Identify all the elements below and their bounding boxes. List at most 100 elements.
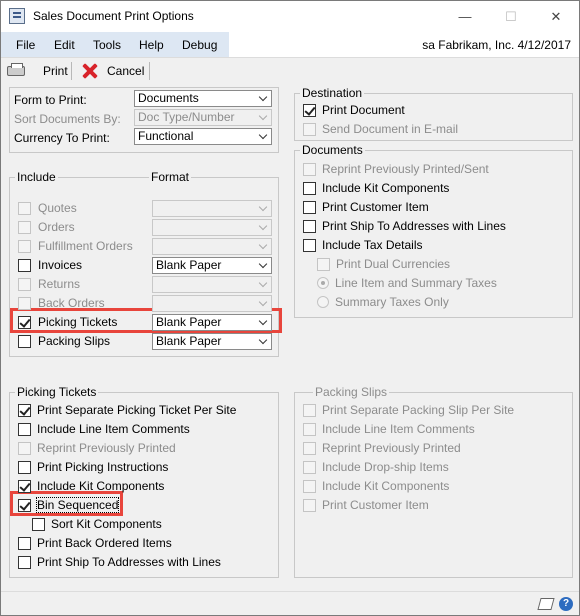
menu-debug[interactable]: Debug xyxy=(182,38,217,52)
include-label: Fulfillment Orders xyxy=(38,239,133,253)
form-to-print-value: Documents xyxy=(138,91,199,105)
checkbox[interactable] xyxy=(303,182,316,195)
checkbox-label: Send Document in E-mail xyxy=(322,122,459,136)
checkbox[interactable] xyxy=(32,518,45,531)
window-title: Sales Document Print Options xyxy=(33,9,194,23)
checkbox-label: Include Tax Details xyxy=(322,238,423,252)
checkbox[interactable] xyxy=(303,123,316,136)
tax-radio[interactable] xyxy=(317,296,329,308)
print-label: Print xyxy=(43,64,68,78)
format-select[interactable] xyxy=(152,276,272,293)
checkbox[interactable] xyxy=(303,201,316,214)
checkbox[interactable] xyxy=(303,423,316,436)
maximize-button[interactable]: ☐ xyxy=(488,1,534,32)
checkbox-label: Print Customer Item xyxy=(322,200,429,214)
cancel-label: Cancel xyxy=(107,64,145,78)
include-label: Orders xyxy=(38,220,75,234)
close-button[interactable]: ✕ xyxy=(533,1,579,32)
format-select[interactable]: Blank Paper xyxy=(152,314,272,331)
checkbox[interactable] xyxy=(18,442,31,455)
checkbox[interactable] xyxy=(303,104,316,117)
checkbox-label: Include Kit Components xyxy=(37,479,165,493)
checkbox-label: Print Ship To Addresses with Lines xyxy=(322,219,506,233)
chevron-down-icon xyxy=(258,259,268,269)
format-value: Blank Paper xyxy=(156,315,222,329)
toolbar-separator xyxy=(149,62,150,80)
chevron-down-icon xyxy=(258,297,268,307)
format-select[interactable] xyxy=(152,295,272,312)
sort-documents-select[interactable]: Doc Type/Number xyxy=(134,109,272,126)
include-label: Quotes xyxy=(38,201,77,215)
include-checkbox[interactable] xyxy=(18,240,31,253)
include-checkbox[interactable] xyxy=(18,221,31,234)
checkbox[interactable] xyxy=(18,404,31,417)
include-checkbox[interactable] xyxy=(18,202,31,215)
format-value: Blank Paper xyxy=(156,334,222,348)
form-to-print-select[interactable]: Documents xyxy=(134,90,272,107)
chevron-down-icon xyxy=(258,240,268,250)
include-label: Returns xyxy=(38,277,81,291)
format-select[interactable]: Blank Paper xyxy=(152,257,272,274)
print-button[interactable]: Print xyxy=(7,61,68,81)
format-select[interactable] xyxy=(152,200,272,217)
help-icon[interactable]: ? xyxy=(559,597,573,611)
menu-tools[interactable]: Tools xyxy=(93,38,121,52)
checkbox[interactable] xyxy=(18,423,31,436)
menu-bar: File Edit Tools Help Debug sa Fabrikam, … xyxy=(1,32,579,57)
checkbox[interactable] xyxy=(18,556,31,569)
checkbox-label: Include Line Item Comments xyxy=(322,422,475,436)
menu-edit[interactable]: Edit xyxy=(54,38,75,52)
checkbox[interactable] xyxy=(303,239,316,252)
format-select[interactable]: Blank Paper xyxy=(152,333,272,350)
currency-label: Currency To Print: xyxy=(14,131,110,145)
checkbox[interactable] xyxy=(317,258,330,271)
checkbox[interactable] xyxy=(18,480,31,493)
checkbox[interactable] xyxy=(303,404,316,417)
checkbox-label: Print Document xyxy=(322,103,405,117)
format-select[interactable] xyxy=(152,219,272,236)
checkbox-label: Bin Sequenced xyxy=(35,497,120,513)
include-checkbox[interactable] xyxy=(18,335,31,348)
checkbox-label: Print Ship To Addresses with Lines xyxy=(37,555,221,569)
tax-radio-label: Line Item and Summary Taxes xyxy=(335,276,497,290)
checkbox[interactable] xyxy=(303,442,316,455)
checkbox-label: Print Separate Packing Slip Per Site xyxy=(322,403,515,417)
checkbox[interactable] xyxy=(303,480,316,493)
toolbar-separator xyxy=(71,62,72,80)
checkbox[interactable] xyxy=(303,220,316,233)
chevron-down-icon xyxy=(258,130,268,140)
form-to-print-label: Form to Print: xyxy=(14,93,87,107)
destination-title: Destination xyxy=(300,86,365,100)
menu-help[interactable]: Help xyxy=(139,38,164,52)
printer-icon xyxy=(7,63,25,76)
checkbox[interactable] xyxy=(18,499,31,512)
tax-radio[interactable] xyxy=(317,277,329,289)
format-select[interactable] xyxy=(152,238,272,255)
checkbox-label: Include Line Item Comments xyxy=(37,422,190,436)
currency-value: Functional xyxy=(138,129,194,143)
chevron-down-icon xyxy=(258,111,268,121)
checkbox[interactable] xyxy=(18,537,31,550)
checkbox[interactable] xyxy=(303,499,316,512)
cancel-icon xyxy=(81,62,99,80)
documents-title: Documents xyxy=(300,143,365,157)
include-checkbox[interactable] xyxy=(18,259,31,272)
include-checkbox[interactable] xyxy=(18,278,31,291)
cancel-button[interactable]: Cancel xyxy=(81,61,144,81)
currency-select[interactable]: Functional xyxy=(134,128,272,145)
checkbox[interactable] xyxy=(18,461,31,474)
chevron-down-icon xyxy=(258,278,268,288)
tax-radio-label: Summary Taxes Only xyxy=(335,295,449,309)
app-icon xyxy=(9,8,25,24)
checkbox-label: Include Drop-ship Items xyxy=(322,460,449,474)
checkbox-label: Reprint Previously Printed/Sent xyxy=(322,162,489,176)
checkbox[interactable] xyxy=(303,461,316,474)
checkbox-label: Print Customer Item xyxy=(322,498,429,512)
checkbox-label: Reprint Previously Printed xyxy=(37,441,176,455)
checkbox[interactable] xyxy=(303,163,316,176)
include-checkbox[interactable] xyxy=(18,316,31,329)
menu-file[interactable]: File xyxy=(16,38,35,52)
note-icon[interactable] xyxy=(537,598,555,610)
minimize-button[interactable]: — xyxy=(442,1,488,32)
include-checkbox[interactable] xyxy=(18,297,31,310)
